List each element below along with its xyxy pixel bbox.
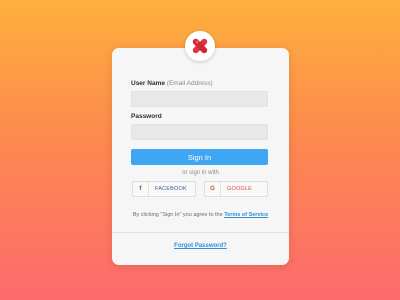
password-input[interactable] (131, 124, 268, 140)
username-hint: (Email Address) (166, 80, 213, 87)
terms-prefix: By clicking "Sign In" you agree to the (132, 212, 223, 218)
forgot-password-link[interactable]: Forgot Password? (174, 243, 227, 249)
facebook-label: FACEBOOK (155, 186, 187, 192)
logo (185, 31, 215, 61)
x-logo-icon (192, 38, 208, 54)
username-label: User Name (131, 80, 165, 87)
google-icon: G (205, 182, 221, 196)
login-card: User Name (Email Address) Password Sign … (112, 48, 289, 265)
facebook-icon: f (133, 182, 149, 196)
google-button[interactable]: G GOOGLE (204, 181, 268, 197)
sign-in-button[interactable]: Sign In (131, 149, 268, 165)
username-label-row: User Name (Email Address) (131, 80, 213, 87)
google-label: GOOGLE (227, 186, 253, 192)
facebook-button[interactable]: f FACEBOOK (132, 181, 196, 197)
divider (112, 232, 289, 233)
password-label: Password (131, 113, 162, 120)
forgot-password-row: Forgot Password? (112, 243, 289, 249)
username-input[interactable] (131, 91, 268, 107)
terms-text: By clicking "Sign In" you agree to the T… (112, 212, 289, 218)
or-sign-in-with-text: or sign in with (182, 170, 219, 176)
terms-of-service-link[interactable]: Terms of Service (224, 212, 268, 218)
